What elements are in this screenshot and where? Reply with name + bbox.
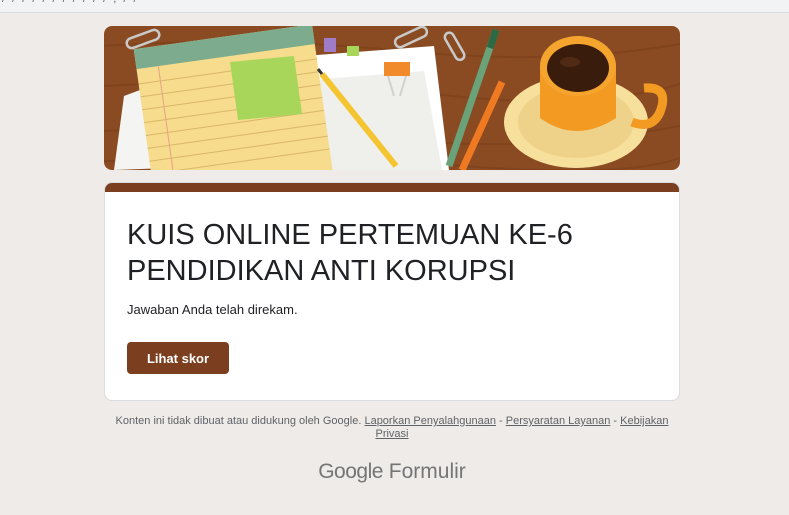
address-fragment: / / / / / / / / / / / , / / [2,0,139,5]
disclaimer-text: Konten ini tidak dibuat atau didukung ol… [115,415,362,427]
link-separator: - [613,415,618,427]
terms-of-service-link[interactable]: Persyaratan Layanan [506,415,611,427]
google-wordmark: Google [318,460,383,483]
report-abuse-link[interactable]: Laporkan Penyalahgunaan [364,415,496,427]
google-forms-logo[interactable]: Google Formulir [104,460,680,484]
view-score-button[interactable]: Lihat skor [127,342,229,374]
header-banner-image [104,26,680,170]
browser-top-bar: / / / / / / / / / / / , / / [0,0,789,13]
card-accent-bar [105,183,679,192]
link-separator: - [499,415,503,427]
footer-disclaimer: Konten ini tidak dibuat atau didukung ol… [104,415,680,441]
form-card: KUIS ONLINE PERTEMUAN KE-6 PENDIDIKAN AN… [104,182,680,401]
confirmation-message: Jawaban Anda telah direkam. [127,302,298,317]
forms-wordmark: Formulir [388,460,466,483]
form-title: KUIS ONLINE PERTEMUAN KE-6 PENDIDIKAN AN… [127,219,573,287]
